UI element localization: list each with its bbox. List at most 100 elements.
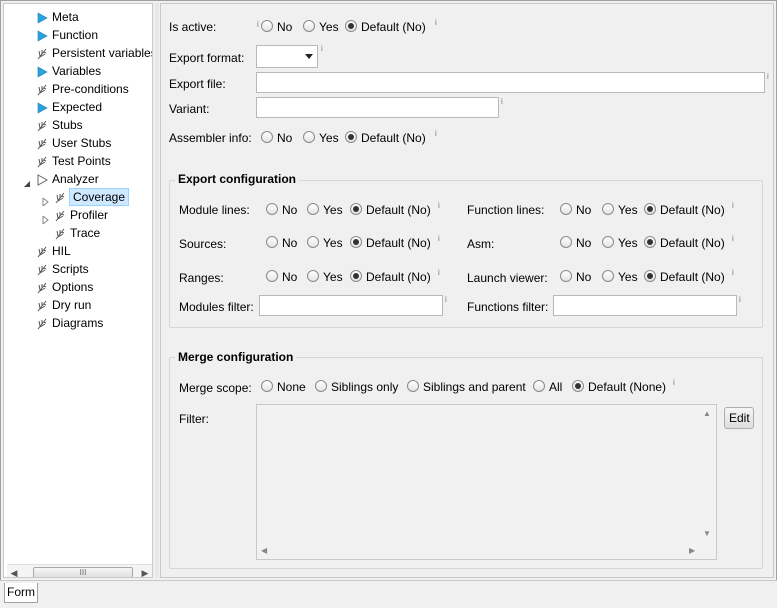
- sources-label: Sources:: [179, 237, 227, 251]
- radio-button-icon[interactable]: [350, 270, 362, 282]
- radio-no[interactable]: No: [261, 20, 292, 34]
- radio-button-icon[interactable]: [350, 203, 362, 215]
- scroll-up-icon[interactable]: ▲: [703, 409, 711, 418]
- expanded-arrow-icon[interactable]: [23, 175, 31, 187]
- radio-no[interactable]: No: [266, 236, 297, 250]
- radio-yes[interactable]: Yes: [602, 270, 638, 284]
- radio-button-icon[interactable]: [560, 270, 572, 282]
- radio-default-no[interactable]: Default (No): [644, 270, 725, 284]
- tree-item-label: Scripts: [52, 262, 89, 276]
- radio-button-icon[interactable]: [407, 380, 419, 392]
- info-icon: i: [732, 268, 734, 277]
- tree-item-label: Options: [52, 280, 94, 294]
- radio-no[interactable]: No: [261, 131, 292, 145]
- radio-yes[interactable]: Yes: [303, 20, 339, 34]
- radio-button-icon[interactable]: [266, 203, 278, 215]
- radio-button-icon[interactable]: [307, 270, 319, 282]
- radio-siblings-only[interactable]: Siblings only: [315, 380, 398, 394]
- functions-filter-input[interactable]: [553, 295, 737, 316]
- info-icon: i: [435, 18, 437, 27]
- textarea-horizontal-scrollbar[interactable]: ◀ ▶: [257, 545, 717, 559]
- feather-icon: [36, 155, 48, 168]
- radio-label: No: [282, 270, 298, 284]
- radio-button-icon[interactable]: [350, 236, 362, 248]
- modules-filter-input[interactable]: [259, 295, 443, 316]
- radio-button-icon[interactable]: [602, 236, 614, 248]
- radio-default-no[interactable]: Default (No): [644, 236, 725, 250]
- triangle-icon: [36, 101, 48, 114]
- radio-yes[interactable]: Yes: [602, 203, 638, 217]
- info-icon: i: [257, 20, 259, 29]
- radio-yes[interactable]: Yes: [307, 203, 343, 217]
- radio-button-icon[interactable]: [307, 203, 319, 215]
- radio-button-icon[interactable]: [307, 236, 319, 248]
- radio-button-icon[interactable]: [560, 236, 572, 248]
- radio-button-icon[interactable]: [602, 270, 614, 282]
- radio-label: Siblings and parent: [423, 380, 526, 394]
- radio-label: No: [277, 131, 293, 145]
- radio-yes[interactable]: Yes: [307, 236, 343, 250]
- radio-yes[interactable]: Yes: [307, 270, 343, 284]
- scroll-right-icon[interactable]: ▶: [689, 546, 695, 555]
- info-icon: i: [438, 234, 440, 243]
- radio-button-icon[interactable]: [261, 20, 273, 32]
- radio-no[interactable]: No: [266, 270, 297, 284]
- scroll-left-icon[interactable]: ◀: [9, 567, 19, 577]
- radio-button-icon[interactable]: [261, 380, 273, 392]
- radio-button-icon[interactable]: [266, 270, 278, 282]
- radio-yes[interactable]: Yes: [602, 236, 638, 250]
- export-file-input[interactable]: [256, 72, 765, 93]
- radio-siblings-and-parent[interactable]: Siblings and parent: [407, 380, 526, 394]
- tab-form[interactable]: Form: [4, 583, 38, 603]
- variant-input[interactable]: [256, 97, 499, 118]
- scroll-right-icon[interactable]: ▶: [140, 567, 150, 577]
- radio-button-icon[interactable]: [345, 20, 357, 32]
- radio-button-icon[interactable]: [572, 380, 584, 392]
- edit-button[interactable]: Edit: [724, 407, 754, 429]
- radio-yes[interactable]: Yes: [303, 131, 339, 145]
- merge-filter-textarea[interactable]: ▲ ▼ ◀ ▶: [256, 404, 717, 560]
- radio-label: Default (No): [660, 236, 725, 250]
- radio-button-icon[interactable]: [266, 236, 278, 248]
- radio-default-none[interactable]: Default (None): [572, 380, 666, 394]
- radio-button-icon[interactable]: [345, 131, 357, 143]
- radio-button-icon[interactable]: [644, 236, 656, 248]
- ranges-label: Ranges:: [179, 271, 224, 285]
- radio-all[interactable]: All: [533, 380, 562, 394]
- radio-button-icon[interactable]: [261, 131, 273, 143]
- radio-default-no[interactable]: Default (No): [345, 20, 426, 34]
- radio-no[interactable]: No: [560, 236, 591, 250]
- export-format-dropdown[interactable]: [256, 45, 318, 68]
- radio-default-no[interactable]: Default (No): [350, 270, 431, 284]
- radio-button-icon[interactable]: [560, 203, 572, 215]
- feather-icon: [54, 191, 66, 204]
- radio-no[interactable]: No: [560, 203, 591, 217]
- radio-no[interactable]: No: [560, 270, 591, 284]
- radio-none[interactable]: None: [261, 380, 306, 394]
- radio-default-no[interactable]: Default (No): [644, 203, 725, 217]
- scroll-down-icon[interactable]: ▼: [703, 529, 711, 538]
- feather-icon: [36, 317, 48, 330]
- scroll-thumb[interactable]: III: [33, 567, 133, 577]
- radio-label: No: [282, 203, 298, 217]
- panel-splitter[interactable]: [155, 3, 159, 578]
- radio-button-icon[interactable]: [602, 203, 614, 215]
- collapsed-arrow-icon[interactable]: [41, 193, 49, 208]
- radio-button-icon[interactable]: [644, 203, 656, 215]
- textarea-vertical-scrollbar[interactable]: ▲ ▼: [700, 405, 716, 545]
- radio-default-no[interactable]: Default (No): [345, 131, 426, 145]
- feather-icon: [36, 119, 48, 132]
- scroll-left-icon[interactable]: ◀: [261, 546, 267, 555]
- radio-label: All: [549, 380, 563, 394]
- radio-button-icon[interactable]: [315, 380, 327, 392]
- radio-default-no[interactable]: Default (No): [350, 236, 431, 250]
- collapsed-arrow-icon[interactable]: [41, 211, 49, 226]
- radio-button-icon[interactable]: [644, 270, 656, 282]
- radio-no[interactable]: No: [266, 203, 297, 217]
- radio-button-icon[interactable]: [303, 20, 315, 32]
- radio-default-no[interactable]: Default (No): [350, 203, 431, 217]
- tree-horizontal-scrollbar[interactable]: ◀ III ▶: [7, 564, 152, 577]
- radio-button-icon[interactable]: [303, 131, 315, 143]
- radio-button-icon[interactable]: [533, 380, 545, 392]
- tree-item-label: Trace: [70, 226, 101, 240]
